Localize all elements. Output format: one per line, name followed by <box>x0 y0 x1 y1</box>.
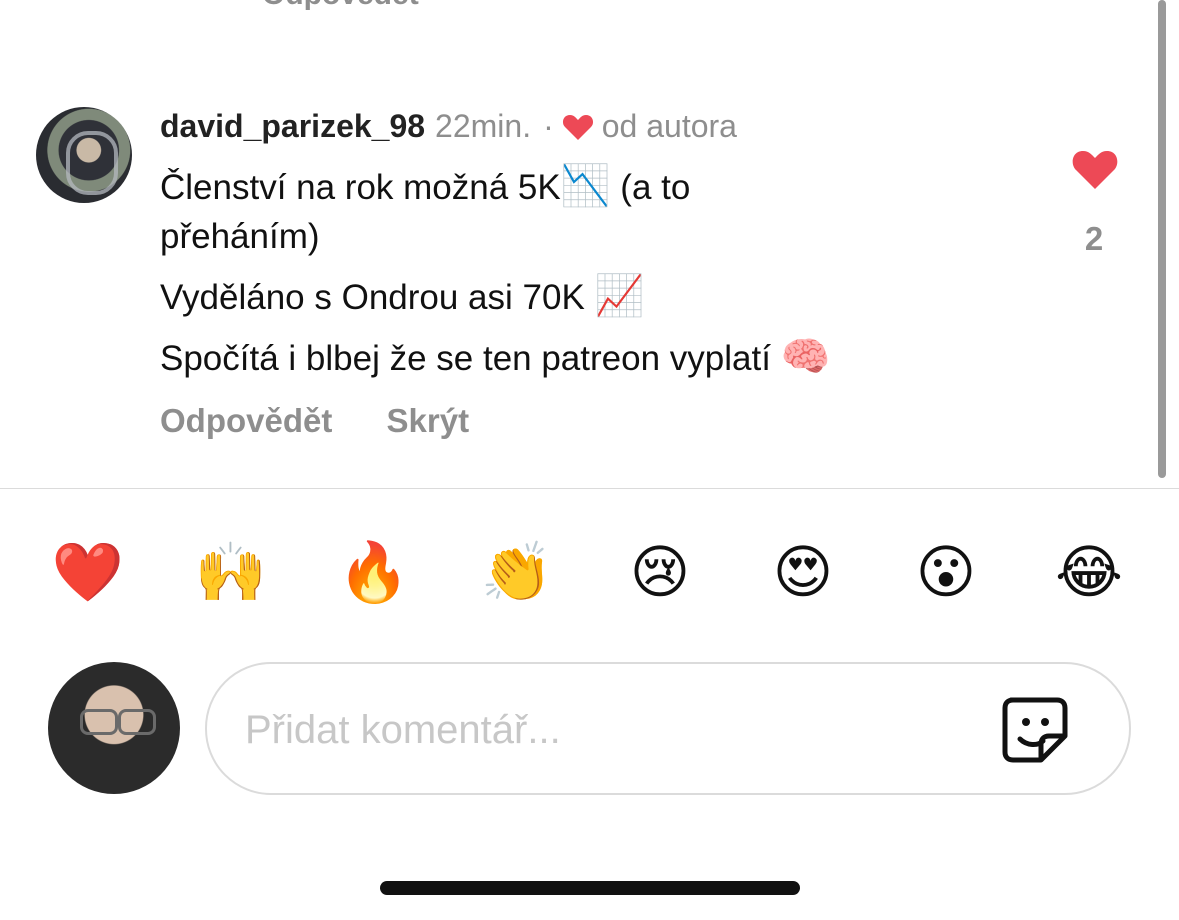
reaction-raising-hands[interactable]: 🙌 <box>191 532 271 612</box>
comment-line-1-suffix: (a to <box>610 168 691 207</box>
comment-time: 22min. <box>435 108 532 144</box>
hide-button[interactable]: Skrýt <box>387 402 470 440</box>
scrollbar[interactable] <box>1158 0 1166 478</box>
sticker-icon[interactable] <box>999 694 1071 766</box>
divider <box>0 488 1179 489</box>
comment-line-2: přeháním) <box>160 217 320 256</box>
comment-input-box[interactable]: Přidat komentář... <box>205 662 1131 795</box>
comment-line-3: Vyděláno s Ondrou asi 70K 📈 <box>160 272 860 322</box>
reaction-crying-face[interactable]: 😢 <box>620 532 700 612</box>
comment-header: david_parizek_98 22min. · od autora <box>160 108 737 145</box>
commenter-avatar[interactable] <box>36 107 132 203</box>
my-avatar <box>48 662 180 794</box>
home-indicator <box>380 881 800 895</box>
comment-line-1-text: Členství na rok možná 5K <box>160 168 561 207</box>
chart-increasing-emoji-icon: 📈 <box>594 273 645 319</box>
comment-input-placeholder[interactable]: Přidat komentář... <box>245 708 561 753</box>
reaction-clapping-hands[interactable]: 👏 <box>477 532 557 612</box>
reaction-surprised-face[interactable]: 😮 <box>906 532 986 612</box>
comment-body: Členství na rok možná 5K📉 (a to přeháním… <box>160 162 860 383</box>
reaction-fire[interactable]: 🔥 <box>334 532 414 612</box>
comment-line-4: Spočítá i blbej že se ten patreon vyplat… <box>160 333 860 383</box>
previous-reply-button[interactable]: Odpovědět <box>262 0 419 12</box>
like-heart-icon[interactable] <box>1071 146 1119 192</box>
reply-button[interactable]: Odpovědět <box>160 402 332 440</box>
author-liked-label: od autora <box>601 108 737 144</box>
author-liked-heart-icon <box>562 114 593 140</box>
comment-line-4-text: Spočítá i blbej že se ten patreon vyplat… <box>160 339 781 378</box>
comment-actions: Odpovědět Skrýt <box>160 402 469 440</box>
reaction-heart-eyes[interactable]: 😍 <box>763 532 843 612</box>
chart-decreasing-emoji-icon: 📉 <box>560 163 611 209</box>
comment-line-1: Členství na rok možná 5K📉 (a to <box>160 162 860 212</box>
reaction-tears-of-joy[interactable]: 😂 <box>1049 532 1129 612</box>
like-count[interactable]: 2 <box>1072 220 1116 258</box>
reaction-heart[interactable]: ❤️ <box>48 532 128 612</box>
separator-dot: · <box>543 108 554 144</box>
comment-username[interactable]: david_parizek_98 <box>160 108 425 145</box>
comment-line-3-text: Vyděláno s Ondrou asi 70K <box>160 278 595 317</box>
brain-emoji-icon: 🧠 <box>780 334 831 380</box>
